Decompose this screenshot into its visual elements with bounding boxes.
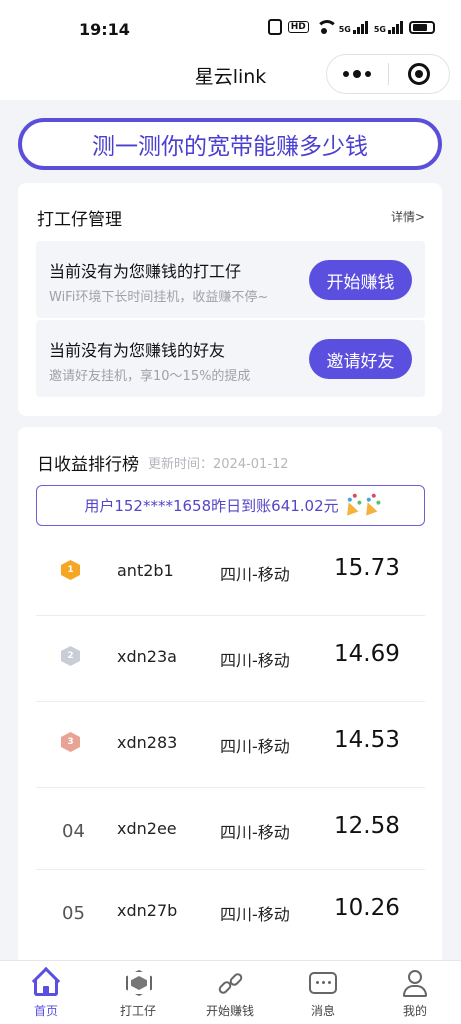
gold-medal-icon: 1 (61, 560, 80, 580)
earning-amount: 15.73 (334, 555, 400, 581)
ranking-row: 3 xdn283 四川-移动 14.53 (36, 702, 425, 788)
user-region: 四川-移动 (220, 905, 290, 924)
bandwidth-test-button[interactable]: 测一测你的宽带能赚多少钱 (18, 118, 442, 170)
home-icon (30, 966, 62, 999)
ranking-row: 1 ant2b1 四川-移动 15.73 (36, 530, 425, 616)
workers-details-link[interactable]: 详情> (391, 208, 425, 225)
hd-icon: HD (287, 21, 309, 33)
ranking-row: 05 xdn27b 四川-移动 10.26 (36, 870, 425, 952)
mini-program-capsule (326, 54, 450, 94)
status-time: 19:14 (79, 20, 130, 39)
tab-workers[interactable]: 打工仔 (92, 961, 184, 1024)
earning-amount: 10.26 (334, 895, 400, 921)
link-icon (214, 967, 246, 999)
earning-amount: 14.53 (334, 727, 400, 753)
party-popper-icon (339, 495, 360, 516)
user-name: xdn27b (117, 901, 178, 920)
earning-amount: 14.69 (334, 641, 400, 667)
tab-label: 打工仔 (119, 1004, 156, 1018)
more-icon[interactable] (327, 69, 388, 78)
tab-me[interactable]: 我的 (369, 961, 461, 1024)
tab-label: 消息 (310, 1004, 335, 1018)
signal-5g-icon: 5G (339, 20, 368, 34)
tab-start-earning[interactable]: 开始赚钱 (184, 961, 276, 1024)
user-region: 四川-移动 (220, 565, 290, 584)
worker-task-item: 当前没有为您赚钱的打工仔 WiFi环境下长时间挂机，收益赚不停~ 开始赚钱 (36, 241, 425, 318)
battery-icon (409, 20, 435, 34)
friend-task-item: 当前没有为您赚钱的好友 邀请好友挂机，享10～15%的提成 邀请好友 (36, 320, 425, 397)
tab-label: 首页 (33, 1004, 58, 1018)
nfc-icon (267, 19, 282, 35)
ranking-title: 日收益排行榜 (37, 455, 139, 475)
ranking-row: 04 xdn2ee 四川-移动 12.58 (36, 788, 425, 870)
user-icon (399, 967, 431, 999)
invite-friends-button[interactable]: 邀请好友 (309, 339, 412, 379)
silver-medal-icon: 2 (61, 646, 80, 666)
user-name: ant2b1 (117, 561, 174, 580)
nav-bar: 星云link (0, 54, 461, 100)
task-subtitle: 邀请好友挂机，享10～15%的提成 (49, 369, 251, 384)
tab-label: 我的 (402, 1004, 427, 1018)
workers-card: 打工仔管理 详情> 当前没有为您赚钱的打工仔 WiFi环境下长时间挂机，收益赚不… (18, 183, 442, 416)
user-name: xdn283 (117, 733, 178, 752)
user-region: 四川-移动 (220, 737, 290, 756)
bottom-tab-bar: 首页 打工仔 开始赚钱 消息 我的 (0, 960, 461, 1024)
rank-number: 05 (62, 903, 85, 924)
cube-icon (122, 967, 154, 999)
wifi-icon (315, 20, 338, 34)
signal-5g-icon: 5G (374, 20, 403, 34)
task-subtitle: WiFi环境下长时间挂机，收益赚不停~ (49, 290, 269, 305)
party-popper-icon (358, 495, 379, 516)
close-icon[interactable] (388, 63, 449, 85)
tab-label: 开始赚钱 (205, 1004, 254, 1018)
status-bar: 19:14 HD 5G 5G (0, 0, 461, 54)
rank-number: 04 (62, 821, 85, 842)
payout-notice: 用户152****1658昨日到账641.02元 (36, 485, 425, 526)
user-name: xdn2ee (117, 819, 177, 838)
earning-amount: 12.58 (334, 813, 400, 839)
ranking-update-time: 更新时间：2024-01-12 (148, 457, 289, 472)
workers-card-title: 打工仔管理 (37, 210, 122, 230)
bronze-medal-icon: 3 (61, 732, 80, 752)
tab-messages[interactable]: 消息 (277, 961, 369, 1024)
message-icon (307, 967, 339, 999)
daily-earnings-ranking-card: 日收益排行榜 更新时间：2024-01-12 用户152****1658昨日到账… (18, 427, 442, 987)
ranking-row: 2 xdn23a 四川-移动 14.69 (36, 616, 425, 702)
payout-notice-text: 用户152****1658昨日到账641.02元 (84, 497, 339, 515)
tab-home[interactable]: 首页 (0, 961, 92, 1024)
user-region: 四川-移动 (220, 823, 290, 842)
user-region: 四川-移动 (220, 651, 290, 670)
user-name: xdn23a (117, 647, 177, 666)
task-title: 当前没有为您赚钱的打工仔 (49, 262, 242, 281)
status-icons: HD 5G 5G (267, 19, 435, 35)
start-earning-button[interactable]: 开始赚钱 (309, 260, 412, 300)
task-title: 当前没有为您赚钱的好友 (49, 341, 226, 360)
